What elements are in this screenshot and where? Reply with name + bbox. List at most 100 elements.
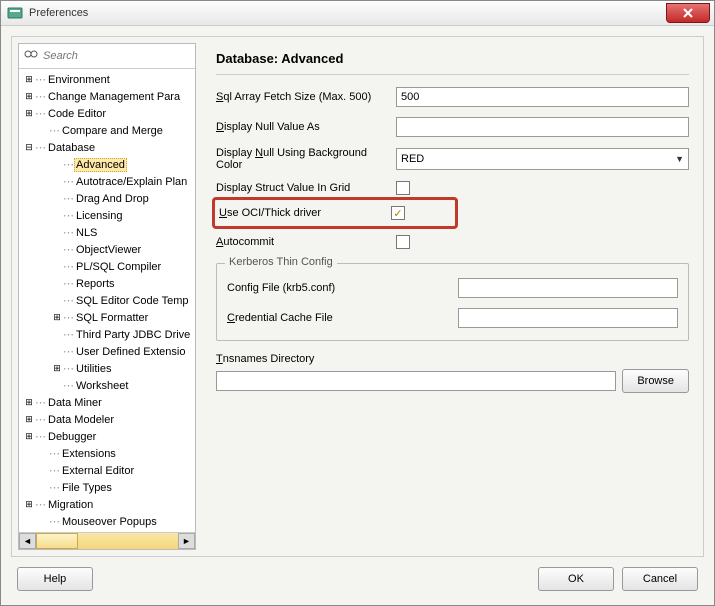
- tree-item[interactable]: ·⋯ SQL Editor Code Temp: [19, 292, 195, 309]
- tree-item-label: Migration: [46, 499, 95, 511]
- footer-right: OK Cancel: [538, 567, 698, 591]
- sql-fetch-input[interactable]: [396, 87, 689, 107]
- autocommit-checkbox[interactable]: [396, 235, 410, 249]
- tree-item[interactable]: ⊞⋯ Migration: [19, 496, 195, 513]
- category-sidebar: ⊞⋯ Environment⊞⋯ Change Management Para⊞…: [18, 43, 196, 550]
- null-bg-combo[interactable]: RED ▼: [396, 148, 689, 170]
- scroll-left-arrow[interactable]: ◄: [19, 533, 36, 549]
- tree-item[interactable]: ·⋯ Autotrace/Explain Plan: [19, 173, 195, 190]
- null-value-input[interactable]: [396, 117, 689, 137]
- tree-item[interactable]: ·⋯ Mouseover Popups: [19, 513, 195, 530]
- tree-item[interactable]: ⊞⋯ Code Editor: [19, 105, 195, 122]
- close-button[interactable]: [666, 3, 710, 23]
- tree-connector: ⋯: [63, 294, 74, 307]
- expand-icon[interactable]: ⊞: [51, 364, 63, 373]
- tree-item[interactable]: ·⋯ File Types: [19, 479, 195, 496]
- struct-checkbox[interactable]: [396, 181, 410, 195]
- scroll-right-arrow[interactable]: ►: [178, 533, 195, 549]
- tree-item[interactable]: ⊞⋯ SQL Formatter: [19, 309, 195, 326]
- chevron-down-icon: ▼: [675, 154, 684, 164]
- tree-connector: ⋯: [35, 73, 46, 86]
- ok-button[interactable]: OK: [538, 567, 614, 591]
- tree-item-label: Utilities: [74, 363, 113, 375]
- expand-icon[interactable]: ⊞: [23, 92, 35, 101]
- tree-item[interactable]: ·⋯ Licensing: [19, 207, 195, 224]
- category-tree[interactable]: ⊞⋯ Environment⊞⋯ Change Management Para⊞…: [19, 69, 195, 532]
- scroll-track[interactable]: [36, 533, 178, 549]
- tree-connector: ⋯: [63, 243, 74, 256]
- tree-connector: ⋯: [35, 141, 46, 154]
- oci-highlight: Use OCI/Thick driver ✓: [212, 197, 458, 229]
- tree-connector: ⋯: [49, 447, 60, 460]
- tree-item-label: Licensing: [74, 210, 124, 222]
- tree-item[interactable]: ·⋯ NLS: [19, 224, 195, 241]
- config-file-input[interactable]: [458, 278, 678, 298]
- tree-item[interactable]: ⊞⋯ Change Management Para: [19, 88, 195, 105]
- expand-icon[interactable]: ⊞: [51, 313, 63, 322]
- oci-checkbox[interactable]: ✓: [391, 206, 405, 220]
- tree-item[interactable]: ·⋯ External Editor: [19, 462, 195, 479]
- tree-item[interactable]: ·⋯ Reports: [19, 275, 195, 292]
- tree-item[interactable]: ·⋯ Worksheet: [19, 377, 195, 394]
- tree-item-label: Code Editor: [46, 108, 108, 120]
- tree-item-label: SQL Formatter: [74, 312, 150, 324]
- tree-item-label: Debugger: [46, 431, 98, 443]
- tree-item-label: File Types: [60, 482, 114, 494]
- tree-item-label: Mouseover Popups: [60, 516, 159, 528]
- tree-connector: ⋯: [63, 345, 74, 358]
- tree-item[interactable]: ·⋯ Drag And Drop: [19, 190, 195, 207]
- tns-input[interactable]: [216, 371, 616, 391]
- tree-item[interactable]: ⊞⋯ Data Modeler: [19, 411, 195, 428]
- tree-item[interactable]: ·⋯ Extensions: [19, 445, 195, 462]
- null-bg-value: RED: [401, 153, 424, 165]
- tree-item[interactable]: ·⋯ Third Party JDBC Drive: [19, 326, 195, 343]
- cancel-button[interactable]: Cancel: [622, 567, 698, 591]
- tree-item[interactable]: ⊞⋯ Debugger: [19, 428, 195, 445]
- tree-item-label: Extensions: [60, 448, 118, 460]
- tree-connector: ⋯: [49, 481, 60, 494]
- tree-connector: ⋯: [35, 498, 46, 511]
- expand-icon[interactable]: ⊞: [23, 109, 35, 118]
- expand-icon[interactable]: ⊞: [23, 500, 35, 509]
- browse-button[interactable]: Browse: [622, 369, 689, 393]
- tree-item-label: Third Party JDBC Drive: [74, 329, 192, 341]
- tree-connector: ⋯: [35, 396, 46, 409]
- search-icon: [23, 48, 39, 64]
- tree-connector: ⋯: [63, 226, 74, 239]
- tree-item[interactable]: ·⋯ Compare and Merge: [19, 122, 195, 139]
- search-input[interactable]: [43, 50, 191, 62]
- tree-connector: ⋯: [63, 362, 74, 375]
- tree-item[interactable]: ·⋯ PL/SQL Compiler: [19, 258, 195, 275]
- tree-connector: ⋯: [63, 192, 74, 205]
- tree-item[interactable]: ⊞⋯ Utilities: [19, 360, 195, 377]
- tree-connector: ⋯: [35, 413, 46, 426]
- main-row: ⊞⋯ Environment⊞⋯ Change Management Para⊞…: [11, 36, 704, 557]
- expand-icon[interactable]: ⊞: [23, 398, 35, 407]
- tree-item-label: Autotrace/Explain Plan: [74, 176, 189, 188]
- expand-icon[interactable]: ⊞: [23, 75, 35, 84]
- autocommit-row: Autocommit: [216, 235, 689, 249]
- sql-fetch-row: Sql Array Fetch Size (Max. 500): [216, 87, 689, 107]
- tns-label: Tnsnames Directory: [216, 353, 396, 365]
- collapse-icon[interactable]: ⊟: [23, 143, 35, 152]
- tree-item[interactable]: ⊞⋯ Data Miner: [19, 394, 195, 411]
- tree-item-label: Change Management Para: [46, 91, 182, 103]
- tree-item[interactable]: ·⋯ ObjectViewer: [19, 241, 195, 258]
- sql-fetch-label: Sql Array Fetch Size (Max. 500): [216, 91, 396, 103]
- tree-item[interactable]: ·⋯ User Defined Extensio: [19, 343, 195, 360]
- horizontal-scrollbar[interactable]: ◄ ►: [19, 532, 195, 549]
- tree-item-label: ObjectViewer: [74, 244, 143, 256]
- tree-item[interactable]: ⊞⋯ Environment: [19, 71, 195, 88]
- expand-icon[interactable]: ⊞: [23, 415, 35, 424]
- tree-item[interactable]: ⊟⋯ Database: [19, 139, 195, 156]
- help-button[interactable]: Help: [17, 567, 93, 591]
- cred-file-input[interactable]: [458, 308, 678, 328]
- expand-icon[interactable]: ⊞: [23, 432, 35, 441]
- config-file-label: Config File (krb5.conf): [227, 282, 367, 294]
- tree-item[interactable]: ·⋯ Advanced: [19, 156, 195, 173]
- null-value-label: Display Null Value As: [216, 121, 396, 133]
- scroll-thumb[interactable]: [36, 533, 78, 549]
- tree-connector: ⋯: [49, 515, 60, 528]
- tree-item-label: Data Modeler: [46, 414, 116, 426]
- struct-label: Display Struct Value In Grid: [216, 182, 396, 194]
